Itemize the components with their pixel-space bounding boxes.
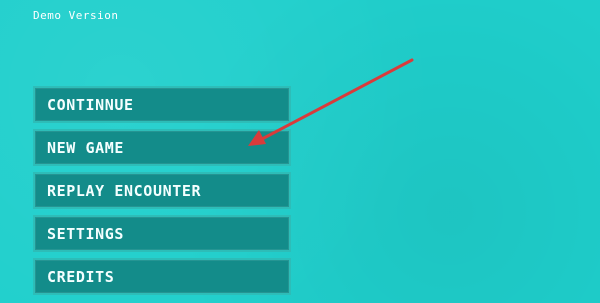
red-arrow-icon xyxy=(248,58,414,146)
